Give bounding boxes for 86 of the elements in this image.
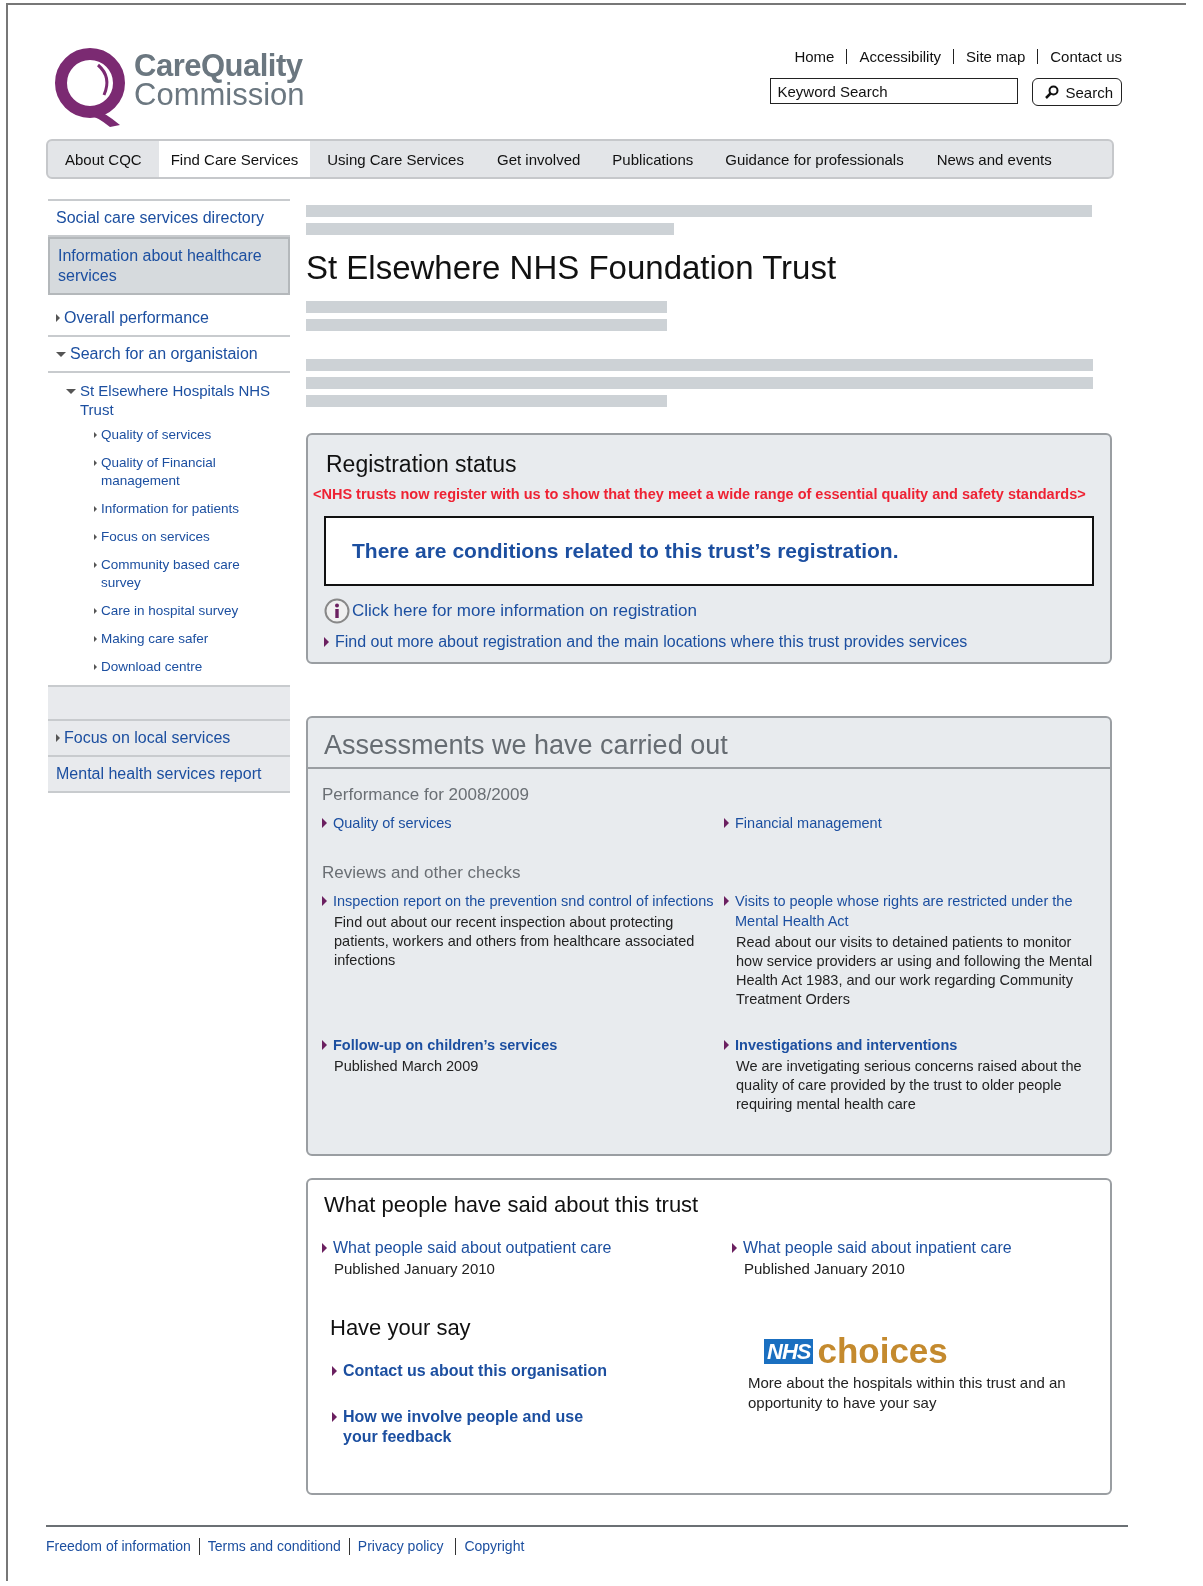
assessment-link[interactable]: Financial management	[735, 813, 882, 833]
nav-tab[interactable]: News and events	[919, 141, 1069, 177]
triangle-icon	[324, 637, 329, 647]
sidebar-subitem[interactable]: Focus on services	[48, 523, 290, 551]
assessment-description: Find out about our recent inspection about protecting patients, workers and others from healthcare associated infections	[334, 913, 696, 970]
triangle-icon	[94, 608, 97, 614]
sidebar-subitem[interactable]: Community based care survey	[48, 551, 290, 597]
triangle-icon	[94, 562, 97, 568]
nav-tab[interactable]: Find Care Services	[158, 141, 311, 177]
sidebar-subitem[interactable]: Care in hospital survey	[48, 597, 290, 625]
triangle-icon	[332, 1366, 337, 1376]
logo-text: choices	[817, 1333, 948, 1369]
search-field[interactable]: Keyword Search	[770, 78, 1019, 104]
footer-link[interactable]: Copyright	[455, 1538, 533, 1555]
sidebar-subitem[interactable]: St Elsewhere Hospitals NHS Trust	[48, 373, 290, 421]
assessment-description: Read about our visits to detained patients to monitor how service providers ar using and following the Mental Health Act 1983, and our work regarding Community Treatment Orders	[736, 933, 1094, 1009]
triangle-icon	[724, 896, 729, 906]
info-link[interactable]: Click here for more information on registration	[352, 601, 697, 621]
sidebar-item[interactable]: Overall performance	[48, 301, 290, 337]
nav-tab[interactable]: Using Care Services	[310, 141, 481, 177]
triangle-icon	[56, 352, 66, 357]
have-your-say-link[interactable]: Contact us about this organisation	[343, 1361, 607, 1381]
assessment-description: We are invetigating serious concerns raised about the quality of care provided by the trust to older people requiring mental health care	[736, 1057, 1083, 1114]
top-link[interactable]: Contact us	[1037, 49, 1122, 64]
page-title: St Elsewhere NHS Foundation Trust	[306, 249, 838, 287]
nav-tab[interactable]: About CQC	[48, 141, 159, 177]
sidebar-item[interactable]: Focus on local services	[48, 721, 290, 757]
sidebar-subitem[interactable]: Quality of Financial management	[48, 449, 290, 495]
triangle-icon	[56, 734, 60, 742]
info-icon	[324, 598, 350, 624]
footer-link[interactable]: Freedom of information	[46, 1538, 199, 1555]
published-date: Published January 2010	[334, 1260, 496, 1277]
have-your-say-link[interactable]: How we involve people and use your feedback	[343, 1407, 612, 1447]
triangle-icon	[322, 818, 327, 828]
nhs-choices-description: More about the hospitals within this trust and an opportunity to have your say	[748, 1373, 1067, 1413]
nav-tab[interactable]: Guidance for professionals	[709, 141, 920, 177]
section-heading: Performance for 2008/2009	[322, 785, 530, 805]
triangle-icon	[94, 460, 97, 466]
section-heading: Reviews and other checks	[322, 863, 522, 883]
triangle-icon	[94, 664, 97, 670]
sidebar-item[interactable]: Information about healthcare services	[48, 237, 290, 295]
search-icon	[1045, 85, 1060, 99]
feedback-link[interactable]: What people said about inpatient care	[743, 1238, 1012, 1258]
assessment-description: Published March 2009	[334, 1057, 480, 1076]
assessment-link[interactable]: Quality of services	[333, 813, 452, 833]
top-link[interactable]: Site map	[953, 49, 1038, 64]
triangle-icon	[724, 1040, 729, 1050]
sidebar-item[interactable]: Search for an organistaion	[48, 337, 290, 373]
panel-title: Assessments we have carried out	[308, 718, 1110, 769]
footer-link[interactable]: Terms and conditiond	[198, 1538, 349, 1555]
assessment-link[interactable]: Investigations and interventions	[735, 1035, 958, 1055]
triangle-icon	[94, 506, 97, 512]
sidebar-subitem[interactable]: Quality of services	[48, 421, 290, 449]
sidebar-subitem[interactable]: Making care safer	[48, 625, 290, 653]
footer-link[interactable]: Privacy policy	[348, 1538, 452, 1555]
triangle-icon	[56, 314, 60, 322]
triangle-icon	[332, 1412, 337, 1422]
sidebar-subitem[interactable]: Download centre	[48, 653, 290, 681]
triangle-icon	[322, 1040, 327, 1050]
nhs-logo-box: NHS	[764, 1338, 814, 1364]
triangle-icon	[94, 432, 97, 438]
top-link[interactable]: Home	[782, 49, 847, 64]
sidebar-item[interactable]: Mental health services report	[48, 757, 290, 793]
triangle-icon	[732, 1243, 737, 1253]
panel-title: What people have said about this trust	[324, 1192, 700, 1218]
triangle-icon	[322, 896, 327, 906]
nav-tab[interactable]: Publications	[596, 141, 710, 177]
assessment-link[interactable]: Inspection report on the prevention snd control of infections	[333, 891, 714, 911]
triangle-icon	[322, 1243, 327, 1253]
panel-title: Registration status	[326, 451, 518, 478]
notice-text: <NHS trusts now register with us to show that they meet a wide range of essential quality and safety standards>	[313, 486, 1087, 502]
feedback-link[interactable]: What people said about outpatient care	[333, 1238, 612, 1258]
triangle-icon	[94, 636, 97, 642]
nav-tab[interactable]: Get involved	[480, 141, 597, 177]
triangle-icon	[94, 534, 97, 540]
assessment-link[interactable]: Visits to people whose rights are restricted under the Mental Health Act	[735, 891, 1096, 931]
condition-message: There are conditions related to this trust’s registration.	[324, 516, 1094, 586]
search-button[interactable]: Search	[1032, 78, 1122, 106]
top-link[interactable]: Accessibility	[846, 49, 954, 64]
assessment-link[interactable]: Follow-up on children’s services	[333, 1035, 558, 1055]
published-date: Published January 2010	[744, 1260, 906, 1277]
triangle-icon	[724, 818, 729, 828]
triangle-icon	[66, 389, 76, 394]
more-link[interactable]: Find out more about registration and the main locations where this trust provides services	[335, 632, 968, 652]
section-heading: Have your say	[330, 1315, 472, 1341]
sidebar-subitem[interactable]: Information for patients	[48, 495, 290, 523]
